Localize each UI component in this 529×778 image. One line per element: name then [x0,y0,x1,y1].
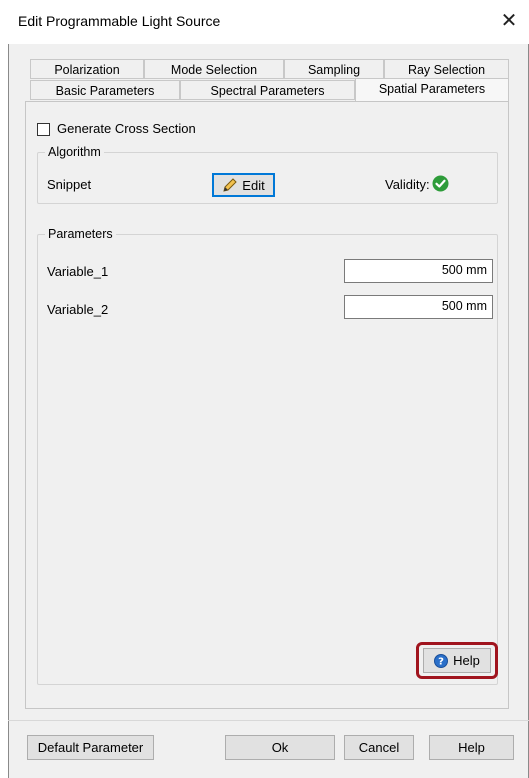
algorithm-group-label: Algorithm [45,145,104,159]
tab-ray-selection[interactable]: Ray Selection [384,59,509,79]
ok-button[interactable]: Ok [225,735,335,760]
tab-sampling[interactable]: Sampling [284,59,384,79]
edit-button-label: Edit [242,177,265,193]
footer-divider [8,720,529,721]
check-circle-icon [432,175,449,192]
cancel-button[interactable]: Cancel [344,735,414,760]
parameters-group-label: Parameters [45,227,116,241]
variable-2-label: Variable_2 [47,302,109,317]
help-circle-icon: ? [434,653,449,668]
tab-polarization[interactable]: Polarization [30,59,144,79]
tab-spatial-parameters[interactable]: Spatial Parameters [355,78,509,101]
pencil-icon [222,177,238,193]
variable-2-input[interactable]: 500 mm [344,295,493,319]
variable-1-label: Variable_1 [47,264,109,279]
tab-mode-selection[interactable]: Mode Selection [144,59,284,79]
window-title: Edit Programmable Light Source [18,13,221,29]
variable-1-input[interactable]: 500 mm [344,259,493,283]
default-parameter-button[interactable]: Default Parameter [27,735,154,760]
generate-cross-section-label: Generate Cross Section [57,121,196,136]
tab-spectral-parameters[interactable]: Spectral Parameters [180,80,355,100]
snippet-label: Snippet [47,177,92,192]
edit-snippet-button[interactable]: Edit [212,173,275,197]
help-button[interactable]: Help [429,735,514,760]
close-icon[interactable]: ✕ [496,8,522,34]
panel-help-label: Help [453,653,480,668]
svg-text:?: ? [438,656,444,667]
panel-help-button[interactable]: ? Help [423,648,491,673]
validity-label: Validity: [385,177,430,192]
generate-cross-section-checkbox[interactable] [37,123,50,136]
tab-basic-parameters[interactable]: Basic Parameters [30,80,180,100]
